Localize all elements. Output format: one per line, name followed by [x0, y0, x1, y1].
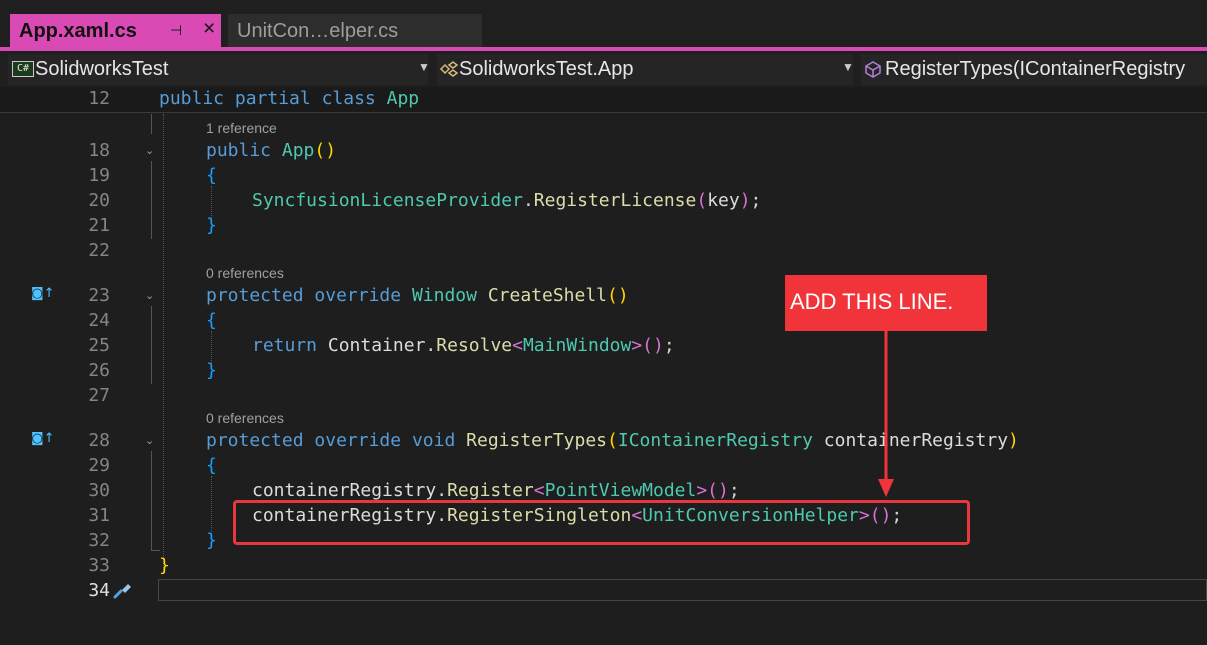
code-line-26: }: [206, 360, 217, 381]
fold-guide-end: [151, 550, 160, 551]
line-number: 22: [88, 240, 110, 261]
code-line-21: }: [206, 215, 217, 236]
member-dropdown[interactable]: RegisterTypes(IContainerRegistry: [861, 54, 1207, 85]
line-number: 30: [88, 480, 110, 501]
type-dropdown[interactable]: SolidworksTest.App ▼: [437, 54, 854, 85]
line-number: 32: [88, 530, 110, 551]
fold-guide: [151, 306, 152, 384]
code-line-29: {: [206, 455, 217, 476]
pin-icon[interactable]: ⊣: [170, 22, 182, 39]
tab-app-xaml-cs[interactable]: App.xaml.cs ⊣ ×: [10, 14, 221, 47]
code-line-20: SyncfusionLicenseProvider.RegisterLicens…: [252, 190, 762, 211]
codelens-references[interactable]: 0 references: [206, 265, 284, 281]
chevron-down-icon: ▼: [842, 60, 854, 74]
indent-guide: [211, 476, 212, 536]
line-number: 27: [88, 385, 110, 406]
fold-guide: [151, 161, 152, 239]
code-line-12: public partial class App: [159, 88, 420, 109]
line-number: 19: [88, 165, 110, 186]
line-number: 29: [88, 455, 110, 476]
line-number: 24: [88, 310, 110, 331]
indent-guide: [163, 114, 164, 574]
annotation-text: ADD THIS LINE.: [790, 289, 954, 314]
code-line-30: containerRegistry.Register<PointViewMode…: [252, 480, 740, 501]
line-number: 31: [88, 505, 110, 526]
code-line-33: }: [159, 555, 170, 576]
code-line-24: {: [206, 310, 217, 331]
line-number-current: 34: [88, 580, 110, 601]
code-line-19: {: [206, 165, 217, 186]
member-name: RegisterTypes(IContainerRegistry: [885, 58, 1186, 80]
highlight-box: [233, 500, 970, 545]
method-cube-icon: [863, 60, 883, 83]
tab-unitconversionhelper-cs[interactable]: UnitCon…elper.cs: [228, 14, 482, 47]
navigation-bar: C# SolidworksTest ▼ SolidworksTest.App ▼…: [0, 51, 1207, 87]
line-number: 33: [88, 555, 110, 576]
code-line-23: protected override Window CreateShell(): [206, 285, 629, 306]
line-number: 12: [88, 88, 110, 109]
fold-guide: [151, 451, 152, 551]
codelens-references[interactable]: 1 reference: [206, 120, 277, 136]
chevron-down-icon: ▼: [418, 60, 430, 74]
line-number: 28: [88, 430, 110, 451]
code-editor[interactable]: 12 public partial class App 1 reference …: [0, 87, 1207, 645]
tab-title: UnitCon…elper.cs: [237, 20, 399, 42]
line-number: 26: [88, 360, 110, 381]
csharp-project-icon: C#: [12, 61, 34, 77]
sticky-scroll-header[interactable]: 12 public partial class App: [0, 87, 1207, 113]
line-number: 23: [88, 285, 110, 306]
current-line-highlight[interactable]: [158, 579, 1207, 601]
fold-guide: [151, 114, 152, 134]
close-icon[interactable]: ×: [203, 17, 215, 41]
code-line-28: protected override void RegisterTypes(IC…: [206, 430, 1019, 451]
tab-title: App.xaml.cs: [19, 20, 137, 42]
annotation-callout: ADD THIS LINE.: [785, 275, 987, 331]
line-number: 18: [88, 140, 110, 161]
chevron-down-icon[interactable]: ⌄: [145, 289, 154, 302]
class-icon: [439, 60, 459, 83]
line-number: 21: [88, 215, 110, 236]
quick-actions-brush-icon[interactable]: [112, 580, 134, 605]
code-line-32: }: [206, 530, 217, 551]
line-number: 25: [88, 335, 110, 356]
line-number: 20: [88, 190, 110, 211]
annotation-arrow: [878, 331, 894, 497]
chevron-down-icon[interactable]: ⌄: [145, 434, 154, 447]
chevron-down-icon[interactable]: ⌄: [145, 144, 154, 157]
project-dropdown[interactable]: C# SolidworksTest ▼: [8, 54, 430, 85]
project-name: SolidworksTest: [35, 58, 169, 80]
type-name: SolidworksTest.App: [459, 58, 634, 80]
code-line-25: return Container.Resolve<MainWindow>();: [252, 335, 675, 356]
document-tab-strip: App.xaml.cs ⊣ × UnitCon…elper.cs: [0, 0, 1207, 51]
codelens-references[interactable]: 0 references: [206, 410, 284, 426]
code-line-18: public App(): [206, 140, 337, 161]
